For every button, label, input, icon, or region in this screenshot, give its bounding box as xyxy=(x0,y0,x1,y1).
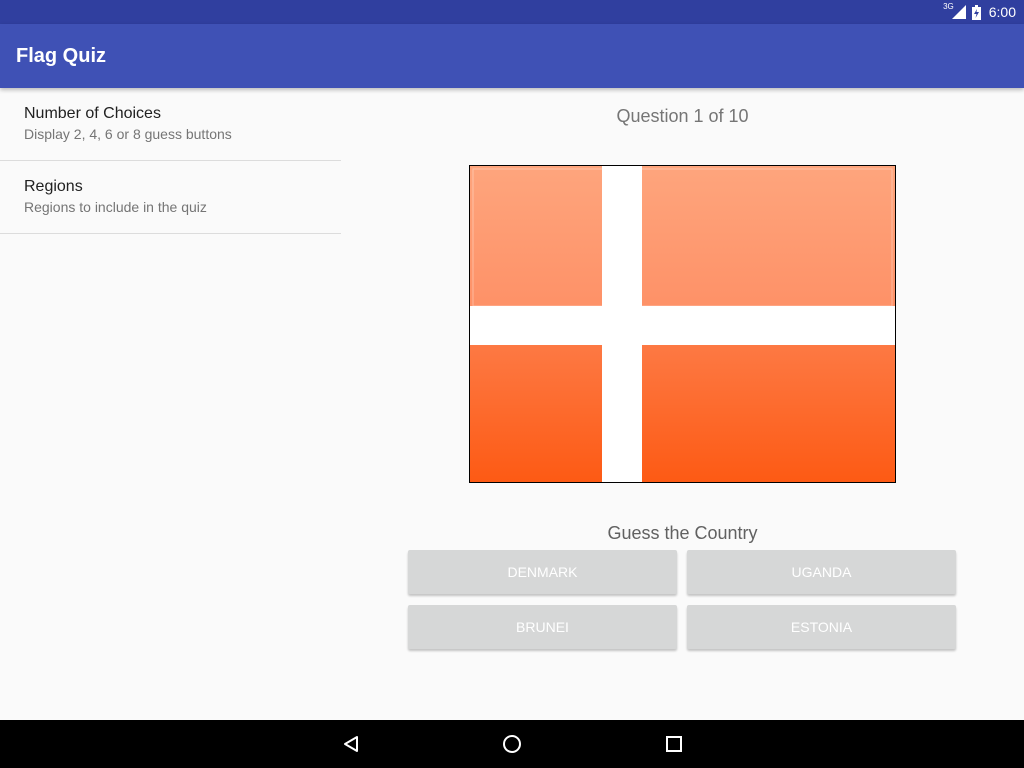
guess-country-label: Guess the Country xyxy=(607,523,758,543)
signal-icon xyxy=(951,5,966,19)
answer-button-denmark[interactable]: DENMARK xyxy=(408,550,677,594)
answer-button-brunei[interactable]: BRUNEI xyxy=(408,605,677,649)
settings-pane: Number of Choices Display 2, 4, 6 or 8 g… xyxy=(0,88,341,234)
answer-grid: DENMARK UGANDA BRUNEI ESTONIA xyxy=(408,550,958,660)
status-bar: 3G 6:00 xyxy=(0,0,1024,24)
answer-button-uganda[interactable]: UGANDA xyxy=(687,550,956,594)
preference-title: Number of Choices xyxy=(24,105,161,122)
answer-button-estonia[interactable]: ESTONIA xyxy=(687,605,956,649)
app-title: Flag Quiz xyxy=(16,45,106,67)
back-button[interactable] xyxy=(339,732,363,756)
battery-charging-icon xyxy=(971,4,981,20)
answer-row: BRUNEI ESTONIA xyxy=(408,605,958,649)
recents-icon xyxy=(666,736,682,752)
preference-summary: Display 2, 4, 6 or 8 guess buttons xyxy=(24,126,232,142)
quiz-pane: Question 1 of 10 Guess the Country DENMA… xyxy=(341,88,1024,720)
answer-row: DENMARK UGANDA xyxy=(408,550,958,594)
network-type: 3G xyxy=(943,1,954,11)
status-clock: 6:00 xyxy=(988,4,1016,20)
preference-regions[interactable]: Regions Regions to include in the quiz xyxy=(0,161,341,234)
denmark-flag-icon xyxy=(469,165,896,483)
recents-button[interactable] xyxy=(662,732,686,756)
status-icons: 3G 6:00 xyxy=(943,0,1016,24)
home-button[interactable] xyxy=(500,732,524,756)
preference-number-of-choices[interactable]: Number of Choices Display 2, 4, 6 or 8 g… xyxy=(0,88,341,161)
home-icon xyxy=(503,735,521,753)
preference-summary: Regions to include in the quiz xyxy=(24,199,207,215)
back-icon xyxy=(344,736,358,752)
app-bar: Flag Quiz xyxy=(0,24,1024,88)
navigation-bar xyxy=(0,720,1024,768)
question-number-label: Question 1 of 10 xyxy=(616,106,749,126)
preference-title: Regions xyxy=(24,178,83,195)
